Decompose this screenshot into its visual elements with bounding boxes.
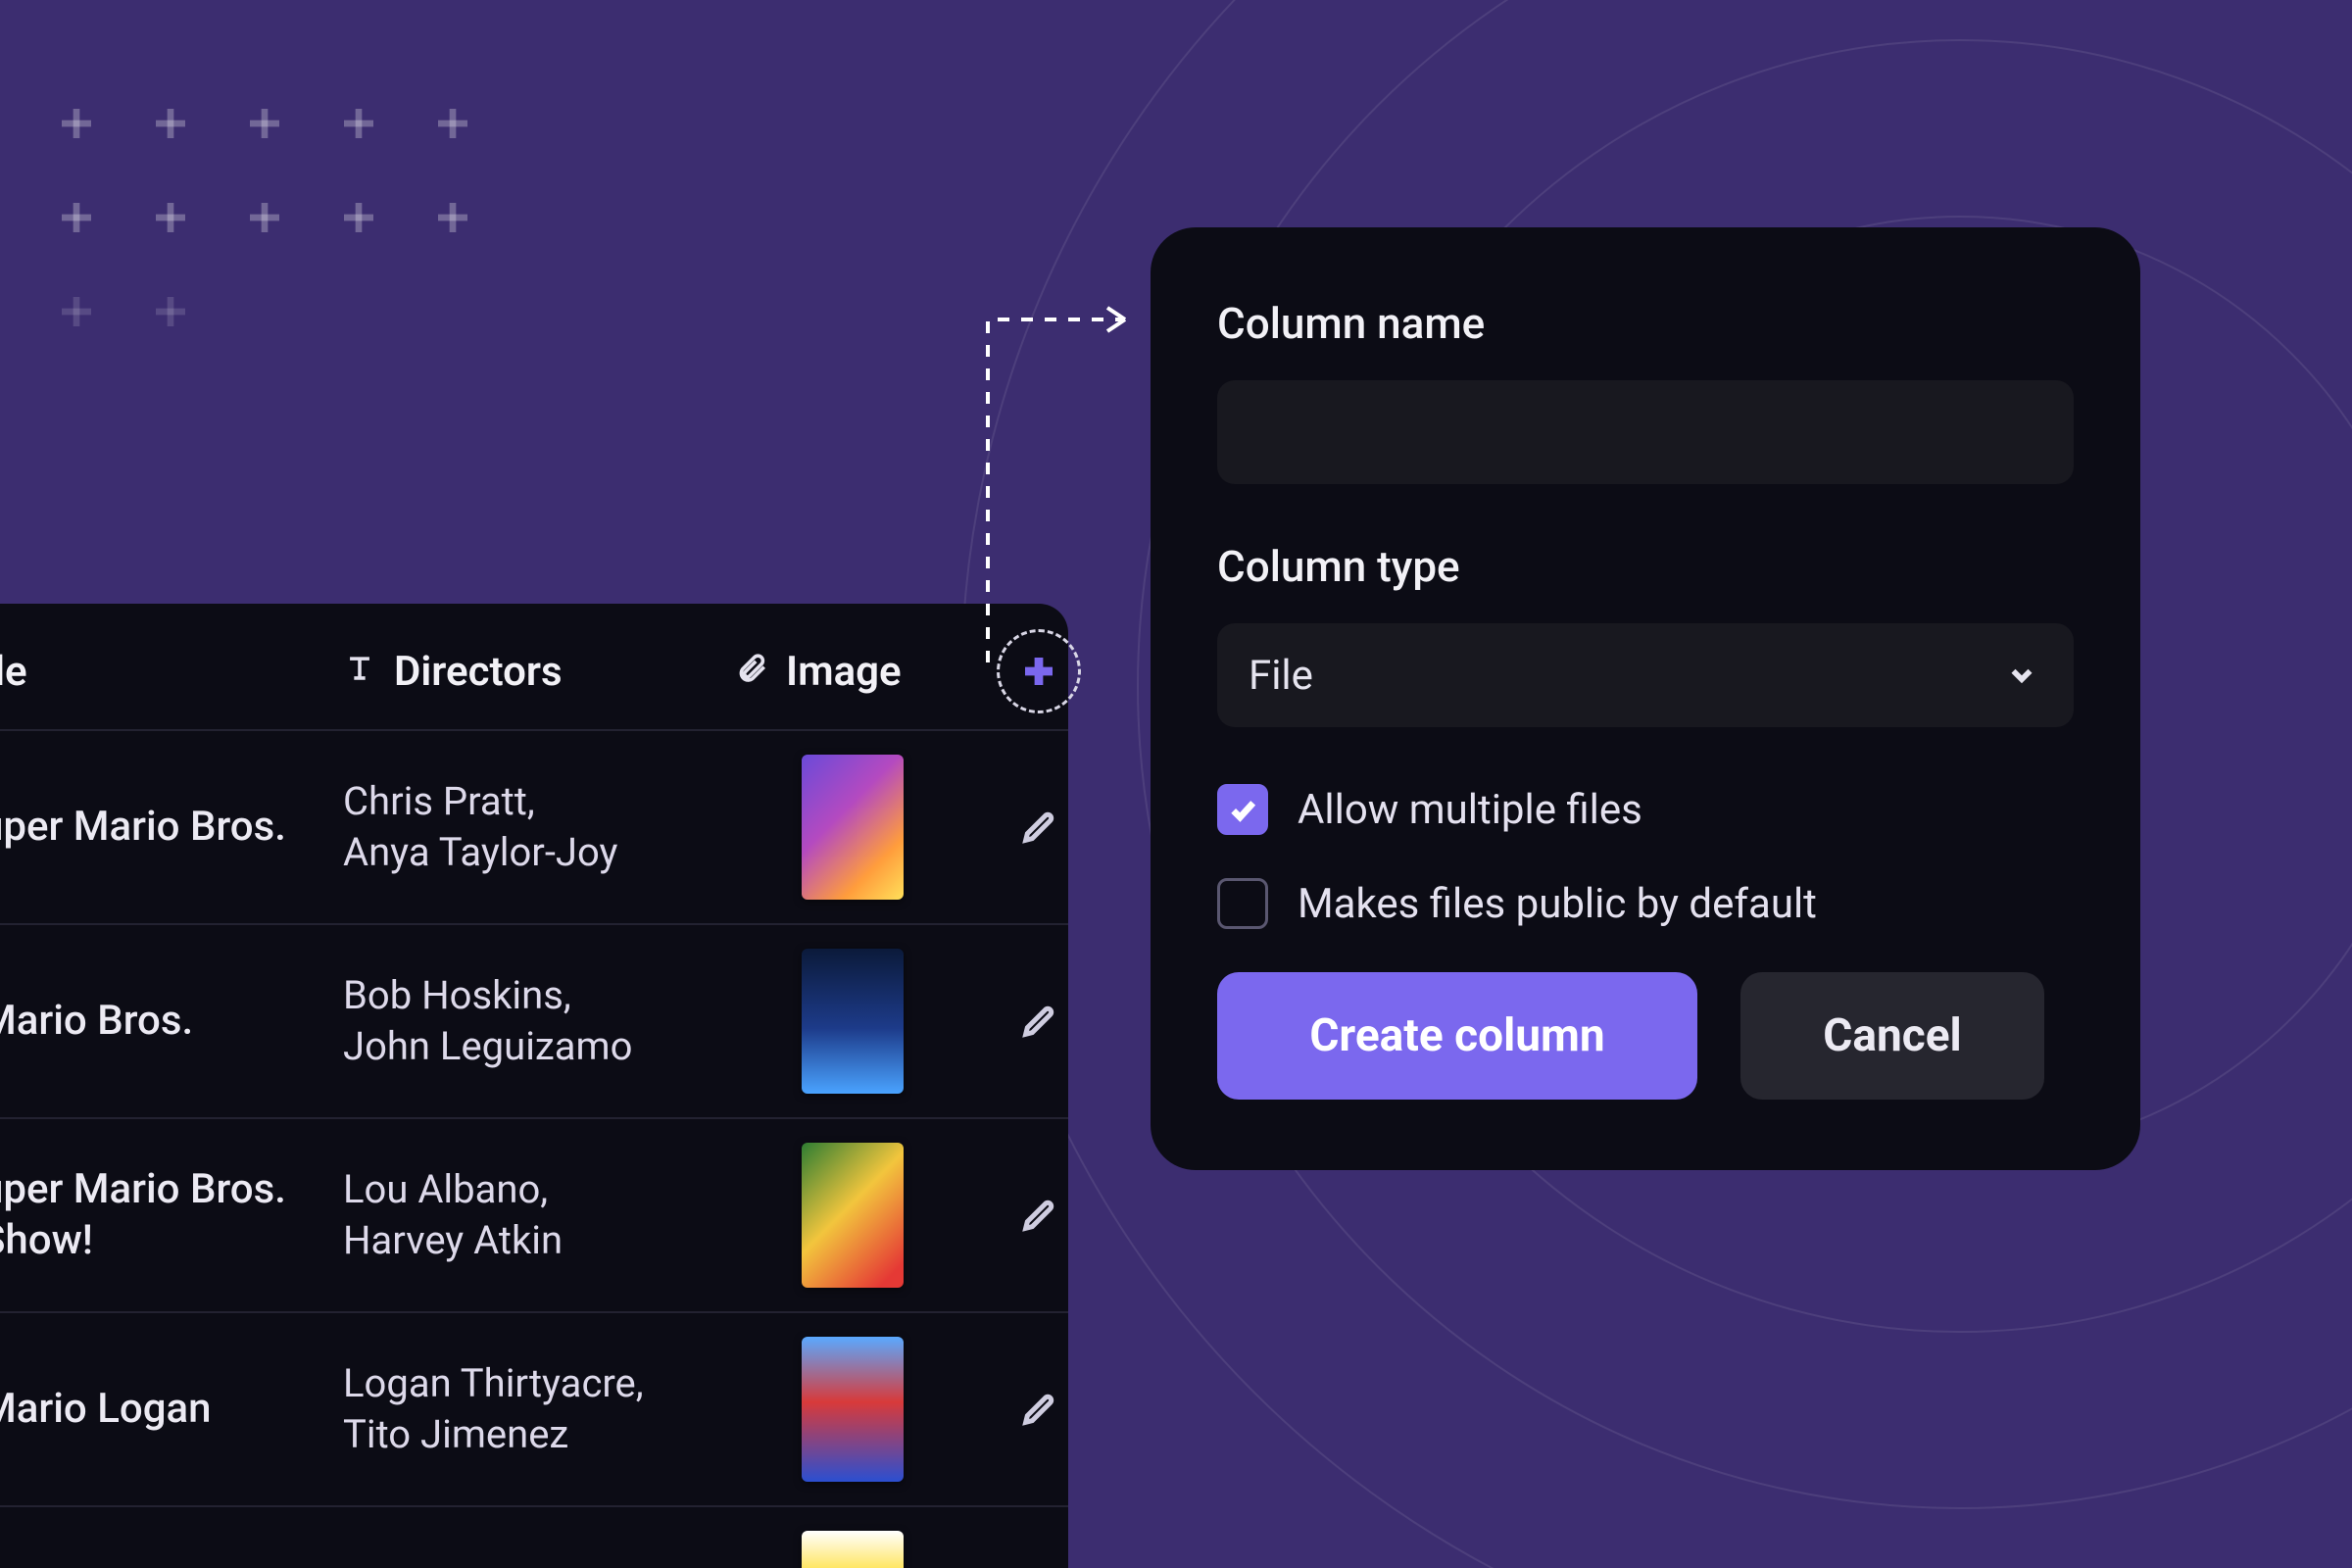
checkbox-icon (1217, 878, 1268, 929)
allow-multiple-checkbox[interactable]: Allow multiple files (1217, 784, 2074, 835)
cell-directors: Logan Thirtyacre,Tito Jimenez (343, 1358, 735, 1460)
add-column-button[interactable] (997, 629, 1081, 713)
cell-directors: Chris Pratt,Anya Taylor-Joy (343, 776, 735, 878)
pencil-icon (1019, 1196, 1058, 1235)
cell-title: Mario Bros. (0, 996, 343, 1048)
column-type-value: File (1249, 652, 1313, 700)
edit-row-button[interactable] (1011, 1188, 1066, 1243)
edit-row-button[interactable] (1011, 800, 1066, 855)
chevron-down-icon (2005, 659, 2038, 692)
table-row: uper Mario Bros.Show! Lou Albano,Harvey … (0, 1117, 1068, 1311)
edit-row-button[interactable] (1011, 994, 1066, 1049)
table-row: Mario World Walker Boone, (0, 1505, 1068, 1568)
attachment-icon (735, 648, 768, 696)
edit-row-button[interactable] (1011, 1382, 1066, 1437)
column-header-directors[interactable]: Directors (343, 648, 735, 696)
decorative-plus-grid (57, 104, 527, 386)
cell-title: uper Mario Bros.Show! (0, 1164, 343, 1267)
column-header-label: Directors (394, 648, 563, 696)
pencil-icon (1019, 1390, 1058, 1429)
column-header-title[interactable]: tle (0, 648, 343, 696)
create-column-button[interactable]: Create column (1217, 972, 1697, 1100)
column-header-label: tle (0, 648, 27, 696)
poster-thumbnail[interactable] (802, 949, 904, 1094)
cancel-button[interactable]: Cancel (1740, 972, 2044, 1100)
pencil-icon (1019, 1002, 1058, 1041)
create-column-modal: Column name Column type File Allow multi… (1151, 227, 2140, 1170)
table-header-row: tle Directors Image (0, 613, 1068, 729)
column-header-image[interactable]: Image (735, 648, 970, 696)
poster-thumbnail[interactable] (802, 1143, 904, 1288)
checkbox-label: Allow multiple files (1298, 786, 1642, 834)
poster-thumbnail[interactable] (802, 1531, 904, 1568)
plus-icon (1018, 651, 1059, 692)
table-row: Mario Logan Logan Thirtyacre,Tito Jimene… (0, 1311, 1068, 1505)
cell-title: Mario Logan (0, 1384, 343, 1436)
column-type-label: Column type (1217, 541, 2074, 592)
checkbox-label: Makes files public by default (1298, 880, 1817, 928)
text-icon (343, 648, 376, 696)
cell-directors: Lou Albano,Harvey Atkin (343, 1164, 735, 1266)
pencil-icon (1019, 808, 1058, 847)
column-name-input[interactable] (1217, 380, 2074, 484)
poster-thumbnail[interactable] (802, 1337, 904, 1482)
poster-thumbnail[interactable] (802, 755, 904, 900)
make-public-checkbox[interactable]: Makes files public by default (1217, 878, 2074, 929)
data-table: tle Directors Image uper Mario Bros. Chr… (0, 604, 1068, 1568)
table-row: Mario Bros. Bob Hoskins,John Leguizamo (0, 923, 1068, 1117)
column-name-label: Column name (1217, 298, 2074, 349)
cell-title: uper Mario Bros. (0, 802, 343, 854)
table-row: uper Mario Bros. Chris Pratt,Anya Taylor… (0, 729, 1068, 923)
checkbox-icon (1217, 784, 1268, 835)
column-type-select[interactable]: File (1217, 623, 2074, 727)
column-header-label: Image (786, 648, 902, 696)
cell-directors: Bob Hoskins,John Leguizamo (343, 970, 735, 1072)
